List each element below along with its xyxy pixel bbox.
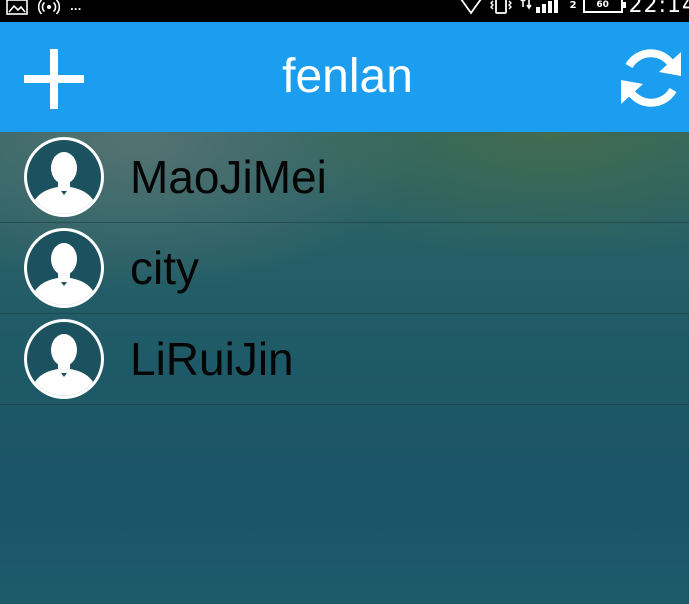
app-bar: fenlan xyxy=(0,22,689,132)
person-avatar-icon xyxy=(24,319,104,399)
list-item[interactable]: MaoJiMei xyxy=(0,132,689,223)
person-avatar-icon xyxy=(24,137,104,217)
clock: 22:14 xyxy=(628,0,689,18)
contact-list: MaoJiMei city LiRuiJin xyxy=(0,132,689,405)
battery-icon: 60 xyxy=(582,0,626,13)
hotspot-icon xyxy=(38,0,60,15)
refresh-button[interactable] xyxy=(609,36,689,120)
battery-level: 60 xyxy=(596,0,609,10)
status-bar-right: 2 60 22:14 xyxy=(460,0,689,18)
list-item[interactable]: LiRuiJin xyxy=(0,314,689,405)
contact-name: city xyxy=(130,242,199,294)
person-avatar-icon xyxy=(24,228,104,308)
gallery-notification-icon xyxy=(6,0,28,15)
list-item[interactable]: city xyxy=(0,223,689,314)
signal-icon xyxy=(519,0,558,13)
content-area: MaoJiMei city LiRuiJin xyxy=(0,132,689,604)
vibrate-icon xyxy=(489,0,512,14)
refresh-icon xyxy=(621,49,681,107)
page-title: fenlan xyxy=(282,50,413,103)
status-bar-left: ... xyxy=(6,0,81,18)
signal-sim-label: 2 xyxy=(569,0,577,11)
more-notifications-text: ... xyxy=(70,1,82,13)
wifi-icon xyxy=(460,0,482,15)
contact-name: MaoJiMei xyxy=(130,151,327,203)
contact-name: LiRuiJin xyxy=(130,333,294,385)
status-bar: ... 2 60 22:14 xyxy=(0,0,689,22)
